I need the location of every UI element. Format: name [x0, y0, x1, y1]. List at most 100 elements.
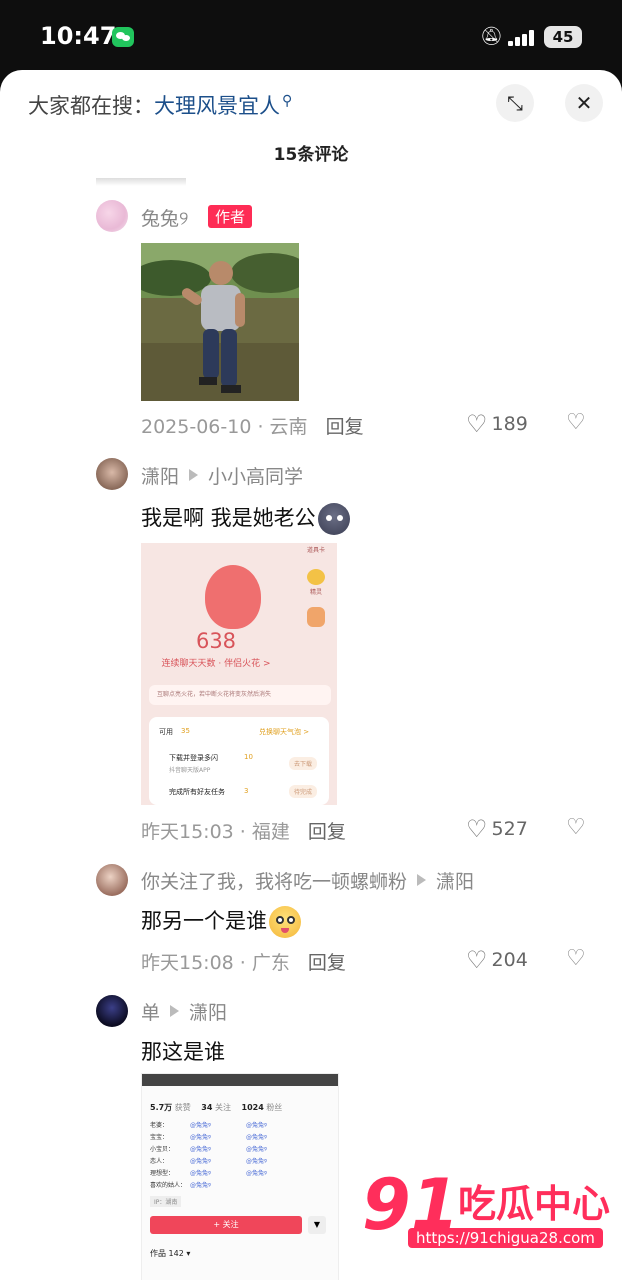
task-card: 可用 35 兑换聊天气泡 > 下载并登录多闪 10 抖音聊天版APP 去下载 完… — [149, 717, 329, 805]
streak-subtitle: 连续聊天天数 · 伴侣火花 > — [161, 659, 271, 669]
like-count: 204 — [491, 949, 528, 971]
task-name: 下载并登录多闪 — [169, 754, 218, 762]
dislike-button[interactable]: ♡ — [566, 815, 586, 840]
watermark-title: 吃瓜中心 — [458, 1182, 611, 1226]
streak-number: 638 — [195, 629, 237, 653]
close-button[interactable]: ✕ — [565, 84, 603, 122]
dropdown-icon: ▼ — [308, 1216, 326, 1234]
wechat-icon — [112, 27, 134, 47]
bio-handle: @兔兔୨ — [190, 1170, 211, 1177]
bio-handle: @兔兔୨ — [190, 1158, 211, 1165]
comment-image[interactable]: 638 连续聊天天数 · 伴侣火花 > 道具卡 精灵 互聊点亮火花，若中断火花将… — [141, 543, 337, 805]
avatar[interactable] — [96, 995, 128, 1027]
bio-handle: @兔兔୨ — [190, 1182, 211, 1189]
comment-username[interactable]: 单 — [141, 1002, 160, 1024]
reply-to-username[interactable]: 潇阳 — [189, 1002, 227, 1024]
stat-following-label: 关注 — [214, 1103, 231, 1112]
clock: 10:47 — [40, 22, 117, 50]
comment-username[interactable]: 兔兔୨ — [141, 204, 188, 231]
man-walking-photo — [141, 243, 299, 401]
like-count: 189 — [491, 413, 528, 435]
drooling-emoji — [269, 906, 301, 938]
flame-icon — [205, 565, 261, 629]
bio-row-label: 宝宝： — [150, 1134, 169, 1141]
like-button[interactable]: ♡ 189 — [466, 410, 528, 438]
exchange-link: 兑换聊天气泡 > — [259, 728, 310, 736]
broken-heart-icon: ♡ — [566, 410, 586, 435]
reply-arrow-icon — [189, 469, 199, 481]
reply-to-username[interactable]: 小小高同学 — [208, 466, 303, 488]
task-sub: 抖音聊天版APP — [169, 767, 211, 774]
bio-handle: @兔兔୨ — [246, 1146, 267, 1153]
comment-username[interactable]: 你关注了我，我将吃一顿螺蛳粉 — [141, 871, 407, 893]
comment-count: 15条评论 — [273, 145, 349, 165]
points: 35 — [181, 727, 190, 735]
search-term[interactable]: 大理风景宜人 — [154, 94, 280, 118]
bio-handles: @兔兔୨ @兔兔୨ @兔兔୨ @兔兔୨ @兔兔୨ @兔兔୨ — [190, 1120, 211, 1192]
search-prefix: 大家都在搜： — [28, 94, 154, 118]
task-name: 完成所有好友任务 — [169, 788, 225, 796]
task-button: 去下载 — [289, 757, 318, 770]
gift-icon — [307, 607, 325, 627]
comment-image[interactable]: 5.7万 获赞 34 关注 1024 粉丝 老婆： 宝宝： 小宝贝： 恋人： 理… — [141, 1073, 339, 1280]
comment-date: 2025-06-10 — [141, 416, 252, 438]
like-button[interactable]: ♡ 204 — [466, 946, 528, 974]
dislike-button[interactable]: ♡ — [566, 946, 586, 971]
task-points: 3 — [244, 787, 249, 795]
bio-handle: @兔兔୨ — [190, 1146, 211, 1153]
comments-sheet: 大家都在搜：大理风景宜人 ⚲ ⤡ ✕ 15条评论 兔兔୨ 作者 2025-06-1… — [0, 70, 622, 1280]
battery-indicator: 45 — [544, 26, 582, 48]
works-tab: 作品 142 ▾ — [150, 1249, 191, 1258]
stat-followers-label: 粉丝 — [266, 1103, 283, 1112]
comment-user-line: 单 潇阳 — [141, 998, 227, 1025]
bio-handle: @兔兔୨ — [246, 1158, 267, 1165]
search-icon: ⚲ — [282, 93, 293, 109]
comment-user-line: 潇阳 小小高同学 — [141, 462, 303, 489]
bio-handle: @兔兔୨ — [190, 1122, 211, 1129]
comment-username[interactable]: 潇阳 — [141, 466, 179, 488]
like-button[interactable]: ♡ 527 — [466, 815, 528, 843]
watermark-url: https://91chigua28.com — [408, 1228, 603, 1248]
search-suggestion[interactable]: 大家都在搜：大理风景宜人 ⚲ — [28, 90, 292, 120]
side-label: 道具卡 — [306, 547, 325, 554]
profile-stats: 5.7万 获赞 34 关注 1024 粉丝 — [150, 1102, 282, 1113]
broken-heart-icon: ♡ — [566, 946, 586, 971]
avatar[interactable] — [96, 200, 128, 232]
comment-meta: 昨天15:03 · 福建 回复 — [141, 821, 346, 843]
collapse-button[interactable]: ⤡ — [496, 84, 534, 122]
bio-row-label: 小宝贝： — [150, 1146, 175, 1153]
bio-row-label: 恋人： — [150, 1158, 169, 1165]
reply-button[interactable]: 回复 — [308, 952, 346, 974]
signal-icon — [508, 30, 536, 46]
comment-image[interactable] — [141, 243, 299, 401]
avatar[interactable] — [96, 864, 128, 896]
collapse-icon: ⤡ — [507, 91, 523, 115]
comment-text: 那这是谁 — [141, 1040, 225, 1064]
avatar[interactable] — [96, 458, 128, 490]
reply-button[interactable]: 回复 — [308, 821, 346, 843]
tip-text: 互聊点亮火花，若中断火花将变灰然后消失 — [157, 691, 272, 698]
site-watermark: 91 吃瓜中心 https://91chigua28.com — [362, 1166, 622, 1266]
bio-handles: @兔兔୨ @兔兔୨ @兔兔୨ @兔兔୨ @兔兔୨ — [246, 1120, 267, 1180]
stat-likes-label: 获赞 — [174, 1103, 191, 1112]
comment-text: 我是啊 我是她老公 — [141, 506, 316, 530]
bio-handle: @兔兔୨ — [190, 1134, 211, 1141]
stat-likes: 5.7万 — [150, 1103, 173, 1112]
comment-meta: 昨天15:08 · 广东 回复 — [141, 952, 346, 974]
close-icon: ✕ — [575, 91, 593, 115]
task-points: 10 — [244, 753, 253, 761]
heart-icon: ♡ — [466, 815, 488, 843]
side-label: 精灵 — [309, 589, 322, 596]
dark-face-emoji — [317, 503, 350, 535]
reply-button[interactable]: 回复 — [326, 416, 364, 438]
reply-arrow-icon — [417, 874, 427, 886]
reply-to-username[interactable]: 潇阳 — [436, 871, 474, 893]
comment-date: 昨天15:03 — [141, 821, 234, 843]
tip-banner: 互聊点亮火花，若中断火花将变灰然后消失 — [149, 685, 331, 705]
status-bar: 10:47 🔕︎ 45 — [0, 0, 622, 72]
comment-text: 那另一个是谁 — [141, 909, 267, 933]
comment-text-line: 那另一个是谁 — [141, 905, 301, 938]
profile-header — [142, 1074, 338, 1086]
bio-row-label: 老婆： — [150, 1122, 169, 1129]
dislike-button[interactable]: ♡ — [566, 410, 586, 435]
